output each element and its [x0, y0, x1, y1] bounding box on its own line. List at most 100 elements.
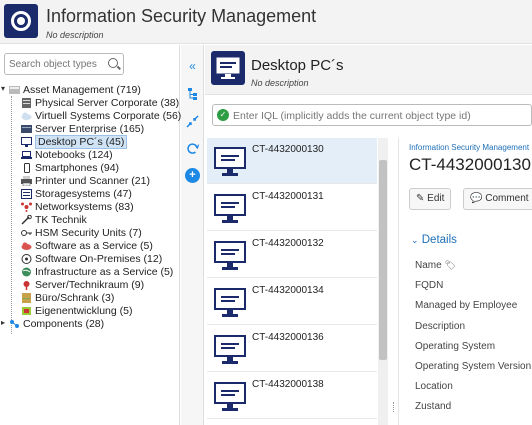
tree-item-label: Büro/Schrank (3) [35, 291, 115, 304]
list-item[interactable]: CT-4432000130 [207, 138, 377, 184]
tree-item-iaas[interactable]: Infrastructure as a Service (5) [21, 265, 173, 278]
attribute-label-os-version: Operating System Version [415, 361, 532, 372]
expand-toggle-icon[interactable]: ▸ [1, 318, 5, 327]
server-rack-icon [21, 124, 32, 134]
breadcrumb[interactable]: Information Security Management [409, 143, 529, 152]
tree-item-notebooks[interactable]: Notebooks (124) [21, 148, 113, 161]
tree-item-virtual-systems[interactable]: Virtuell Systems Corporate (56) [21, 109, 181, 122]
scrollbar-thumb[interactable] [379, 160, 387, 360]
tree-item-asset-management[interactable]: Asset Management (719) [9, 83, 141, 96]
tree-item-label: Physical Server Corporate (38) [35, 96, 180, 109]
monitor-icon [213, 379, 247, 413]
refresh-icon[interactable] [185, 142, 200, 157]
list-item[interactable]: CT-4432000131 [207, 185, 377, 231]
monitor-icon [211, 51, 245, 85]
monitor-icon [21, 136, 32, 147]
comment-button-label: Comment [485, 193, 529, 204]
tree-item-label: Eigenentwicklung (5) [35, 304, 133, 317]
panel-splitter-handle[interactable] [393, 402, 396, 412]
tree-item-hsm-security[interactable]: HSM Security Units (7) [21, 226, 142, 239]
attribute-label-managed-by: Managed by Employee [415, 300, 518, 311]
tree-item-smartphones[interactable]: Smartphones (94) [21, 161, 119, 174]
components-icon [9, 319, 20, 329]
monitor-icon [213, 332, 247, 366]
object-type-description: No description [251, 78, 309, 88]
object-key: CT-4432000130 [252, 144, 324, 155]
tree-item-components[interactable]: Components (28) [9, 317, 104, 330]
attribute-label: Name [415, 260, 442, 271]
monitor-icon [213, 191, 247, 225]
attribute-label-fqdn: FQDN [415, 280, 444, 291]
tree-item-label: Networksystems (83) [35, 200, 134, 213]
smartphone-icon [21, 162, 32, 173]
tag-icon: 🏷 [444, 260, 456, 270]
add-object-type-icon[interactable]: + [185, 168, 200, 183]
tree-item-label: Notebooks (124) [35, 148, 113, 161]
collapse-panel-icon[interactable]: « [185, 59, 200, 74]
comment-icon: 💬 [470, 193, 483, 204]
attribute-label-name: Name 🏷 [415, 260, 456, 271]
tree-item-server-enterprise[interactable]: Server Enterprise (165) [21, 122, 144, 135]
key-icon [21, 228, 32, 238]
object-list: CT-4432000130 CT-4432000131 CT-443200013… [205, 138, 390, 425]
attribute-label-os: Operating System [415, 341, 496, 352]
globe-icon [21, 267, 32, 277]
monitor-icon [213, 238, 247, 272]
tree-item-physical-server[interactable]: Physical Server Corporate (38) [21, 96, 179, 109]
comment-button[interactable]: 💬 Comment [463, 188, 532, 210]
tree-item-buero-schrank[interactable]: Büro/Schrank (3) [21, 291, 114, 304]
tree-item-printer-scanner[interactable]: Printer und Scanner (21) [21, 174, 150, 187]
attribute-label-location: Location [415, 381, 453, 392]
chevron-down-icon: ⌄ [411, 235, 419, 245]
shrink-icon[interactable] [185, 115, 200, 130]
tree-item-tk-technik[interactable]: TK Technik [21, 213, 87, 226]
hierarchy-icon[interactable] [185, 87, 200, 102]
app-logo-icon [4, 4, 38, 38]
tree-item-storagesystems[interactable]: Storagesystems (47) [21, 187, 132, 200]
details-section-toggle[interactable]: ⌄ Details [411, 234, 457, 246]
tree-item-label: Storagesystems (47) [35, 187, 132, 200]
tree-item-eigenentwicklung[interactable]: Eigenentwicklung (5) [21, 304, 132, 317]
list-item[interactable]: CT-4432000136 [207, 326, 377, 372]
attribute-label-zustand: Zustand [415, 401, 452, 412]
object-key: CT-4432000138 [252, 379, 324, 390]
pin-icon [21, 280, 32, 290]
app-header: Information Security Management No descr… [0, 0, 532, 44]
network-icon [21, 202, 32, 212]
monitor-icon [213, 285, 247, 319]
tree-item-label: Virtuell Systems Corporate (56) [35, 109, 182, 122]
iql-search-bar[interactable]: ✓ Enter IQL (implicitly adds the current… [212, 104, 532, 126]
object-key: CT-4432000131 [252, 191, 324, 202]
asset-group-icon [9, 85, 20, 95]
object-type-title: Desktop PC´s [251, 57, 344, 74]
tree-action-bar: « + [181, 45, 204, 425]
object-detail-panel: Information Security Management CT-44320… [398, 138, 532, 425]
list-item[interactable]: CT-4432000132 [207, 232, 377, 278]
tree-item-networksystems[interactable]: Networksystems (83) [21, 200, 134, 213]
tree-item-label: Software as a Service (5) [35, 239, 153, 252]
collapse-toggle-icon[interactable]: ▾ [1, 84, 5, 93]
server-icon [21, 97, 32, 108]
tree-search-input[interactable] [9, 54, 105, 74]
edit-button[interactable]: ✎ Edit [409, 188, 452, 210]
wrench-icon [21, 214, 32, 225]
tree-item-saas[interactable]: Software as a Service (5) [21, 239, 153, 252]
tree-item-desktop-pcs[interactable]: Desktop PC´s (45) [21, 134, 128, 149]
search-icon[interactable] [108, 58, 118, 68]
laptop-icon [21, 150, 32, 160]
tree-connector-lines [11, 96, 12, 334]
check-circle-icon: ✓ [217, 109, 229, 121]
object-title: CT-4432000130 [409, 155, 531, 174]
iql-input[interactable]: Enter IQL (implicitly adds the current o… [233, 110, 471, 122]
list-item[interactable]: CT-4432000138 [207, 373, 377, 419]
tree-item-label: Smartphones (94) [35, 161, 120, 174]
tree-item-server-technikraum[interactable]: Server/Technikraum (9) [21, 278, 144, 291]
list-item[interactable]: CT-4432000134 [207, 279, 377, 325]
tree-search-box[interactable] [4, 53, 124, 75]
tree-item-software-on-premises[interactable]: Software On-Premises (12) [21, 252, 162, 265]
software-icon [21, 253, 32, 264]
tree-item-label: Software On-Premises (12) [35, 252, 163, 265]
object-list-scrollbar[interactable] [378, 138, 388, 425]
storage-icon [21, 188, 32, 199]
edit-button-label: Edit [427, 193, 445, 204]
